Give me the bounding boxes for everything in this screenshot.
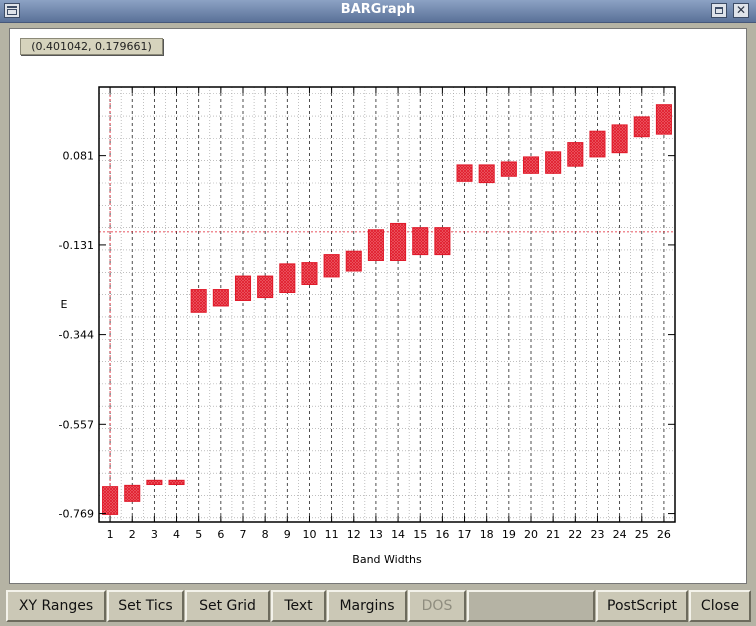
- blank-button[interactable]: [467, 590, 595, 622]
- bar-22[interactable]: [567, 142, 584, 167]
- bar-14[interactable]: [390, 222, 407, 261]
- bar-24[interactable]: [611, 124, 628, 154]
- bar-3[interactable]: [146, 479, 163, 486]
- bar-chart[interactable]: 1 2 3 4 5 6 7 8 9 10 11 12 13 14 15 16 17 18 19 20 21 22 23 24 2…: [0, 0, 756, 590]
- x-tick-label: 26: [657, 528, 671, 541]
- x-tick-label: 9: [284, 528, 291, 541]
- x-tick-label: 21: [546, 528, 560, 541]
- y-tick-label: -0.131: [59, 239, 94, 252]
- x-tick-label: 20: [524, 528, 538, 541]
- margins-button[interactable]: Margins: [327, 590, 407, 622]
- bar-19[interactable]: [500, 161, 517, 177]
- bar-13[interactable]: [367, 229, 384, 261]
- bar-6[interactable]: [212, 289, 229, 307]
- x-tick-label: 14: [391, 528, 405, 541]
- x-axis-label: Band Widths: [352, 553, 422, 566]
- x-tick-label: 19: [502, 528, 516, 541]
- x-tick-label: 16: [435, 528, 449, 541]
- x-tick-label: 10: [302, 528, 316, 541]
- y-axis-label: E: [61, 298, 68, 311]
- y-tick-label: -0.344: [59, 329, 94, 342]
- xy-ranges-button[interactable]: XY Ranges: [6, 590, 106, 622]
- x-tick-label: 8: [262, 528, 269, 541]
- x-tick-label: 12: [347, 528, 361, 541]
- x-tick-label: 15: [413, 528, 427, 541]
- x-tick-label: 7: [240, 528, 247, 541]
- x-tick-label: 6: [217, 528, 224, 541]
- y-tick-label: -0.557: [59, 418, 94, 431]
- bar-26[interactable]: [655, 104, 672, 135]
- x-tick-label: 23: [590, 528, 604, 541]
- bar-12[interactable]: [345, 250, 362, 272]
- x-tick-label: 5: [195, 528, 202, 541]
- button-bar: XY Ranges Set Tics Set Grid Text Margins DOS P…: [4, 590, 752, 622]
- y-tick-label: 0.081: [63, 150, 95, 163]
- x-tick-label: 1: [107, 528, 114, 541]
- x-tick-label: 22: [568, 528, 582, 541]
- bar-20[interactable]: [522, 156, 540, 174]
- bar-17[interactable]: [456, 164, 473, 182]
- x-tick-label: 17: [458, 528, 472, 541]
- bar-8[interactable]: [257, 275, 274, 299]
- x-tick-label: 4: [173, 528, 180, 541]
- bar-15[interactable]: [412, 227, 429, 256]
- set-tics-button[interactable]: Set Tics: [107, 590, 184, 622]
- bar-11[interactable]: [323, 254, 340, 278]
- text-button[interactable]: Text: [271, 590, 326, 622]
- x-tick-label: 24: [613, 528, 627, 541]
- x-tick-label: 11: [325, 528, 339, 541]
- bar-4[interactable]: [168, 479, 185, 486]
- bar-25[interactable]: [633, 116, 650, 138]
- bar-16[interactable]: [434, 227, 451, 256]
- x-tick-label: 3: [151, 528, 158, 541]
- bar-7[interactable]: [234, 275, 252, 301]
- y-tick-label: -0.769: [59, 508, 94, 521]
- postscript-button[interactable]: PostScript: [596, 590, 688, 622]
- x-tick-label: 2: [129, 528, 136, 541]
- bar-1[interactable]: [102, 486, 119, 515]
- bar-9[interactable]: [279, 263, 296, 293]
- x-tick-label: 13: [369, 528, 383, 541]
- close-button[interactable]: Close: [689, 590, 751, 622]
- bar-5[interactable]: [190, 289, 207, 313]
- bar-2[interactable]: [124, 484, 141, 502]
- bar-23[interactable]: [589, 130, 606, 158]
- x-tick-label: 25: [635, 528, 649, 541]
- set-grid-button[interactable]: Set Grid: [185, 590, 270, 622]
- bar-18[interactable]: [478, 164, 495, 184]
- bar-10[interactable]: [301, 262, 318, 285]
- bargraph-window: BARGraph ✕ (0.401042, 0.179661) 12345678…: [0, 0, 756, 626]
- x-tick-label: 18: [480, 528, 494, 541]
- bar-21[interactable]: [545, 151, 562, 174]
- dos-button[interactable]: DOS: [408, 590, 466, 622]
